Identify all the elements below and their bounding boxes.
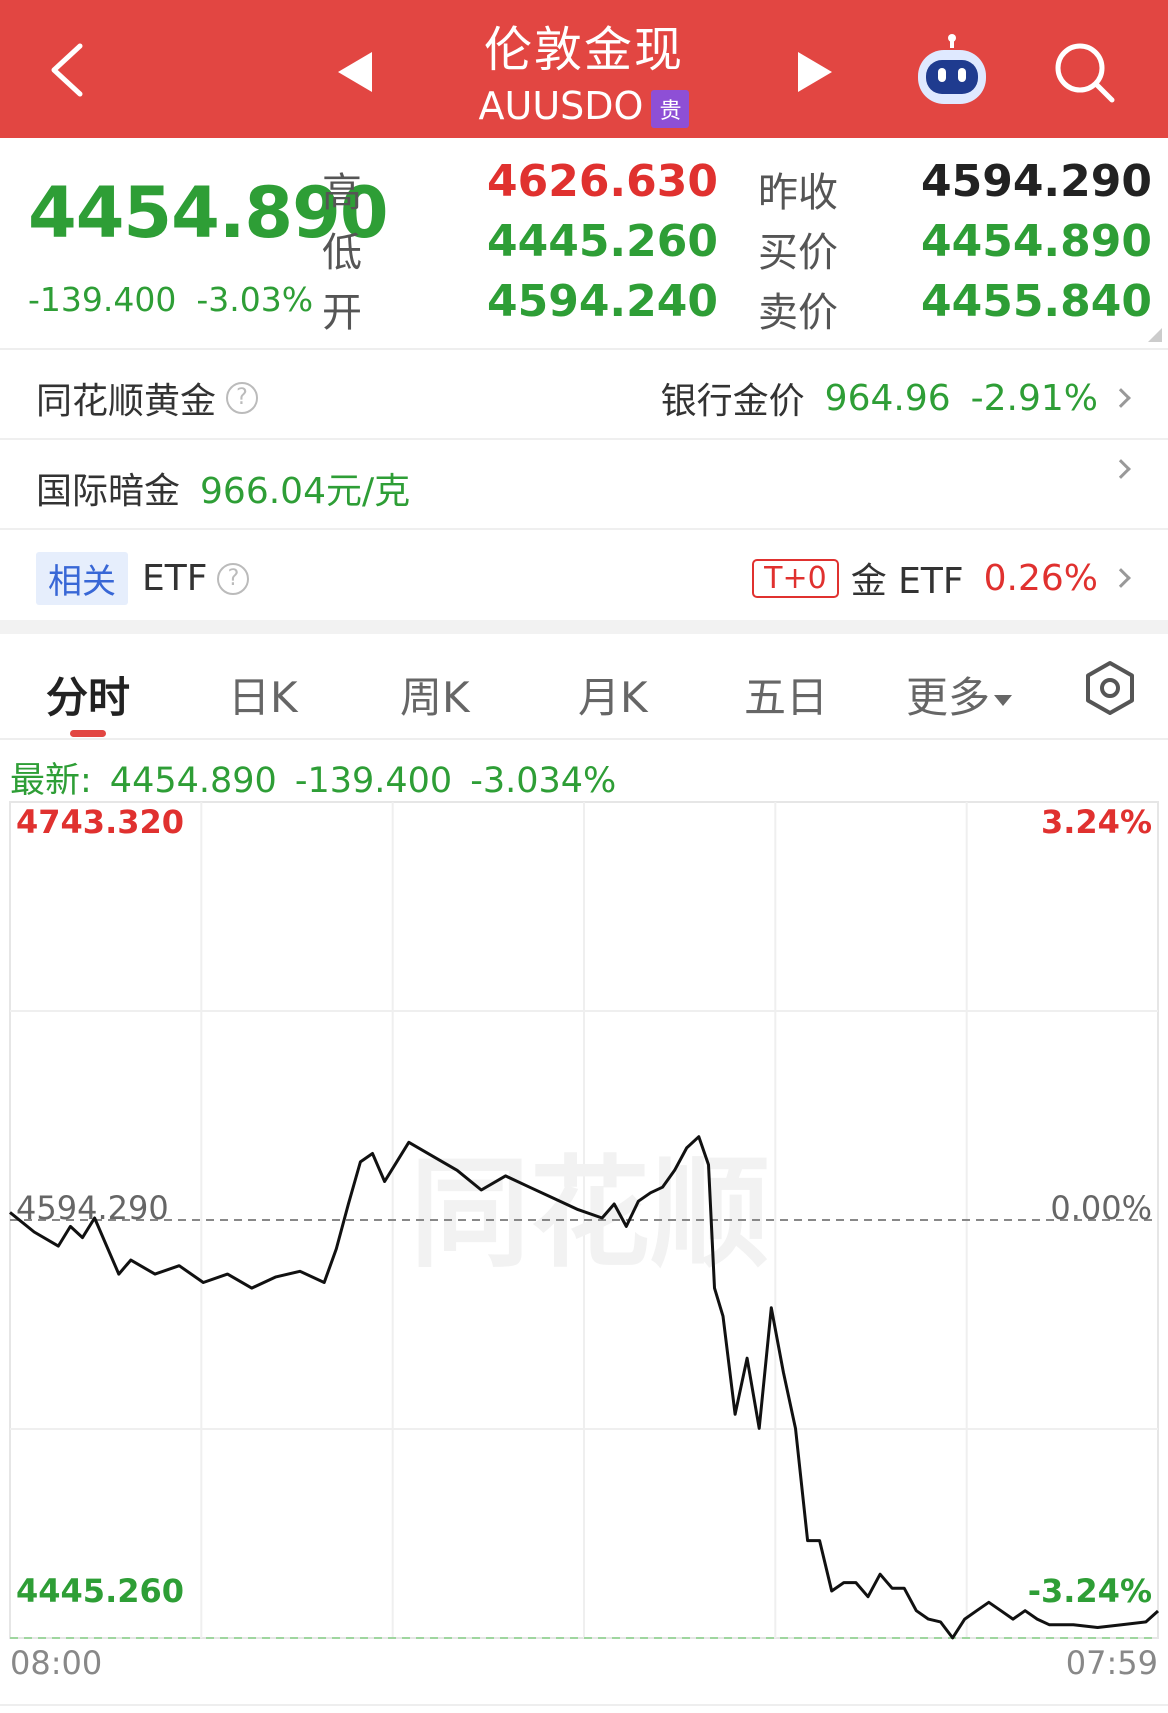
back-icon[interactable] (40, 30, 100, 110)
change-percent: -3.03% (196, 280, 314, 319)
chart-tabs: 分时 日K 周K 月K 五日 更多 (0, 634, 1168, 740)
ths-gold-row[interactable]: 同花顺黄金 ? 银行金价 964.96 -2.91% (0, 350, 1168, 440)
next-instrument-button[interactable] (798, 52, 832, 92)
section-divider (0, 620, 1168, 634)
change-value: -139.400 (28, 280, 177, 319)
active-tab-indicator (70, 730, 106, 737)
tab-monthly-k[interactable]: 月K (578, 664, 648, 725)
y-axis-top-pct: 3.24% (1040, 803, 1152, 841)
robot-assistant-icon[interactable] (912, 34, 992, 110)
app-header: 伦敦金现 AUUSDO 贵 (0, 0, 1168, 138)
chevron-right-icon (1111, 459, 1131, 479)
dropdown-arrow-icon (994, 695, 1013, 706)
intl-gold-value: 966.04元/克 (200, 471, 411, 512)
prev-close-value: 4594.290 (920, 156, 1152, 207)
related-etf-row[interactable]: 相关 ETF ? T+0 金 ETF 0.26% (0, 530, 1168, 620)
bank-gold-price: 964.96 (824, 377, 951, 419)
tab-intraday[interactable]: 分时 (46, 664, 130, 725)
low-label: 低 (322, 230, 362, 276)
ths-gold-label: 同花顺黄金 (36, 381, 217, 422)
y-axis-bottom-pct: -3.24% (1027, 1572, 1152, 1610)
y-axis-mid-price: 4594.290 (16, 1189, 169, 1227)
intraday-chart[interactable]: 同花顺 (0, 795, 1168, 1645)
tab-weekly-k[interactable]: 周K (400, 664, 470, 725)
x-axis-end-time: 07:59 (1065, 1644, 1158, 1682)
ask-label: 卖价 (758, 290, 838, 336)
tab-more[interactable]: 更多 (906, 664, 1013, 725)
quote-panel: 4454.890 -139.400 -3.03% 高 低 开 4626.630 4… (0, 138, 1168, 350)
expand-corner-icon[interactable] (1148, 328, 1162, 342)
page-title: 伦敦金现 (483, 22, 684, 78)
chevron-right-icon (1111, 388, 1131, 408)
bid-value: 4454.890 (920, 216, 1152, 267)
help-icon[interactable]: ? (217, 562, 250, 595)
high-label: 高 (322, 170, 362, 216)
help-icon[interactable]: ? (226, 382, 259, 414)
bid-label: 买价 (758, 230, 838, 276)
instrument-code: AUUSDO 贵 (384, 84, 784, 128)
gold-etf-pct: 0.26% (983, 557, 1098, 599)
intl-gold-label: 国际暗金 (36, 471, 181, 512)
price-change: -139.400 -3.03% (28, 280, 333, 319)
precious-metal-badge: 贵 (651, 89, 690, 128)
chevron-right-icon (1111, 568, 1131, 588)
y-axis-top-price: 4743.320 (16, 803, 185, 841)
bank-gold-label: 银行金价 (660, 381, 805, 422)
y-axis-mid-pct: 0.00% (1050, 1189, 1152, 1227)
tab-daily-k[interactable]: 日K (228, 664, 298, 725)
prev-instrument-button[interactable] (338, 52, 372, 92)
high-value: 4626.630 (486, 156, 718, 207)
bank-gold-pct: -2.91% (970, 377, 1098, 419)
ask-value: 4455.840 (920, 276, 1152, 327)
gold-etf-label: 金 ETF (850, 561, 964, 602)
related-tag: 相关 (36, 552, 128, 605)
y-axis-bottom-price: 4445.260 (16, 1572, 185, 1610)
instrument-code-text: AUUSDO (478, 84, 644, 128)
x-axis-start-time: 08:00 (10, 1644, 103, 1682)
bottom-divider (0, 1704, 1168, 1706)
etf-label: ETF (142, 558, 208, 599)
settings-icon[interactable] (1082, 660, 1138, 716)
open-value: 4594.240 (486, 276, 718, 327)
tab-more-label: 更多 (906, 673, 991, 722)
search-icon[interactable] (1050, 38, 1120, 108)
tab-five-day[interactable]: 五日 (744, 664, 828, 725)
t0-tag: T+0 (752, 558, 839, 598)
intl-gold-row[interactable]: 国际暗金 966.04元/克 (0, 440, 1168, 530)
open-label: 开 (322, 290, 362, 336)
prev-close-label: 昨收 (758, 170, 838, 216)
low-value: 4445.260 (486, 216, 718, 267)
